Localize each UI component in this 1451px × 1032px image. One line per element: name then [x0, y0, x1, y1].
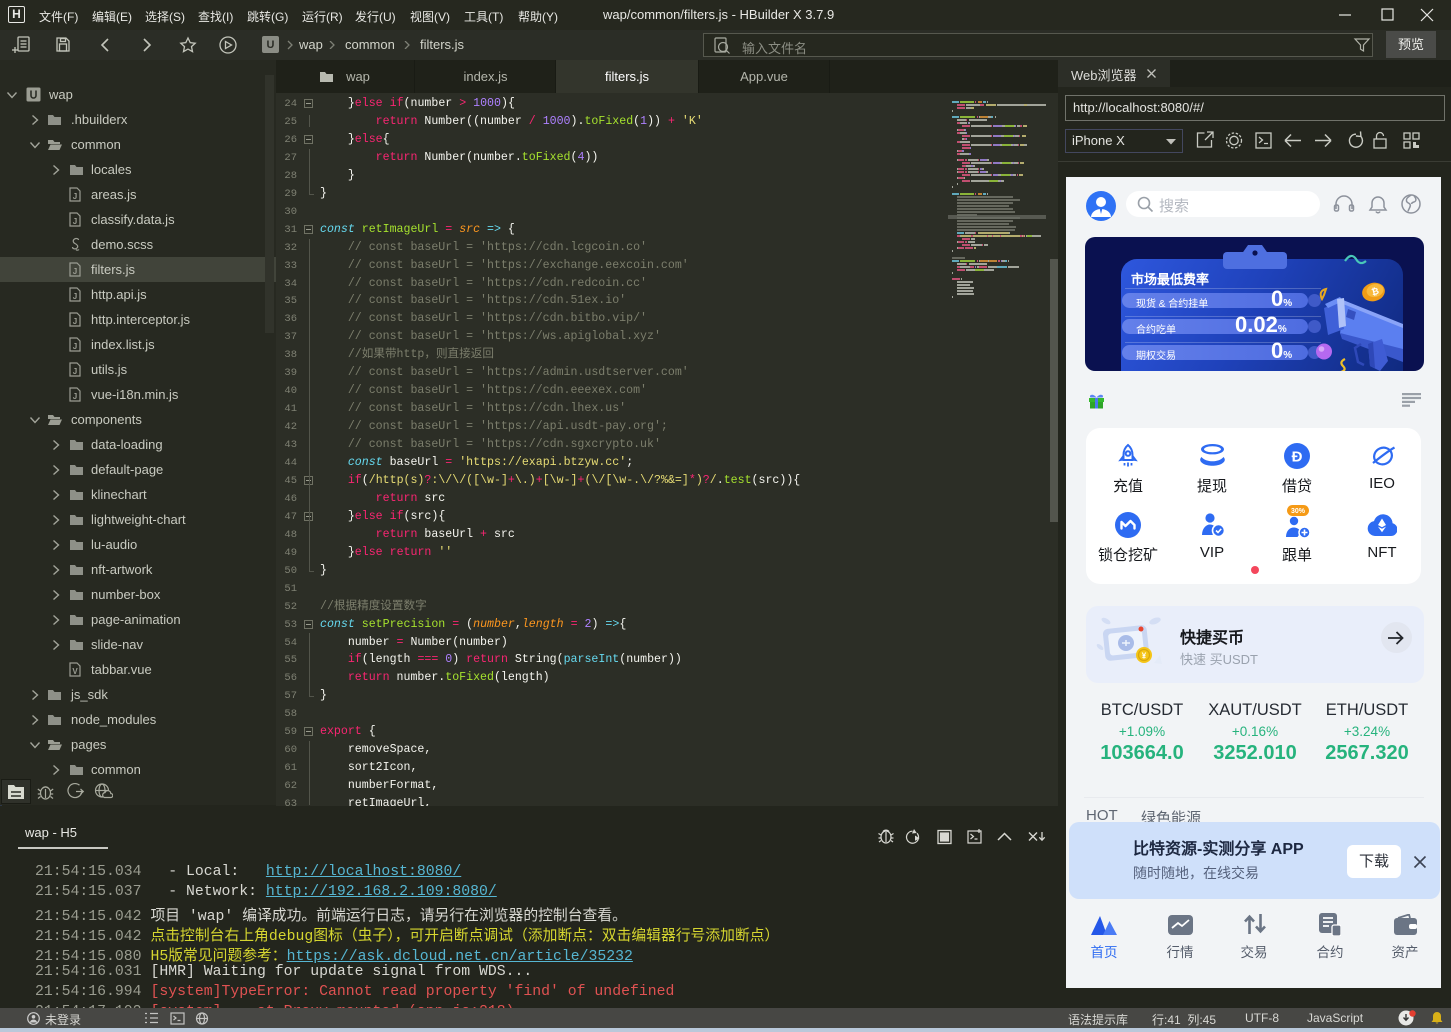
- svg-text:J: J: [73, 292, 77, 301]
- svg-text:J: J: [73, 317, 77, 326]
- svg-text:J: J: [73, 392, 77, 401]
- svg-text:J: J: [73, 267, 77, 276]
- svg-text:J: J: [73, 342, 77, 351]
- svg-text:¥: ¥: [1142, 652, 1147, 661]
- svg-text:30%: 30%: [1291, 508, 1306, 515]
- svg-text:J: J: [73, 192, 77, 201]
- svg-text:Đ: Đ: [1292, 449, 1303, 466]
- svg-text:J: J: [73, 367, 77, 376]
- svg-text:J: J: [73, 217, 77, 226]
- svg-text:U: U: [267, 39, 275, 51]
- svg-text:V: V: [72, 667, 78, 676]
